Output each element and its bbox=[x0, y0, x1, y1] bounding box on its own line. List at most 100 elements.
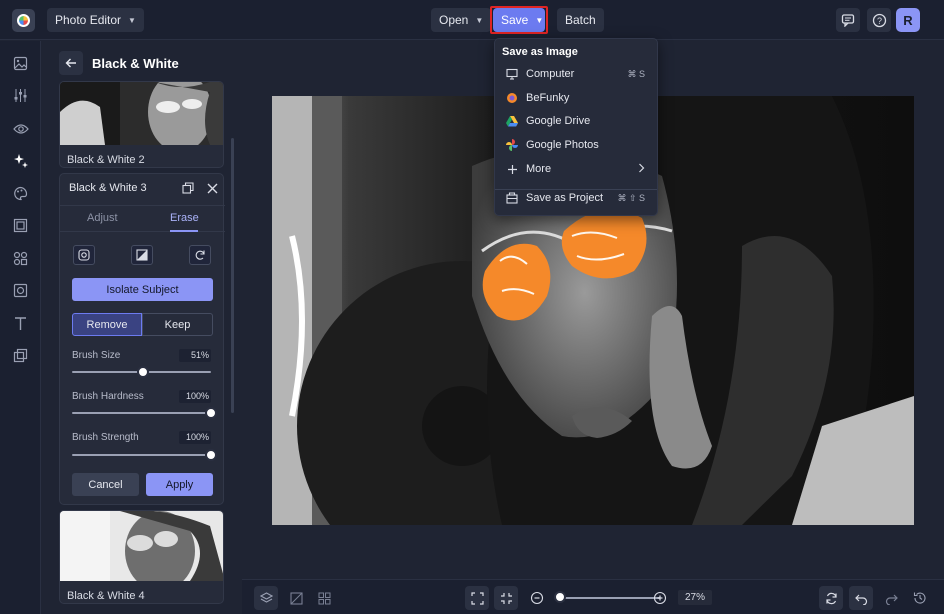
brush-size-slider[interactable] bbox=[72, 366, 211, 378]
effect-tabs: Adjust Erase bbox=[60, 205, 225, 232]
befunky-label: BeFunky bbox=[526, 92, 570, 104]
effect-thumbnail-bw2[interactable]: Black & White 2 bbox=[59, 81, 224, 168]
brush-strength-knob[interactable] bbox=[205, 449, 217, 461]
menu-item-more[interactable]: More bbox=[495, 158, 657, 180]
zoom-slider[interactable] bbox=[560, 597, 660, 599]
panel-header: Black & White bbox=[59, 51, 179, 75]
close-icon[interactable] bbox=[205, 181, 219, 195]
cancel-button[interactable]: Cancel bbox=[72, 473, 139, 496]
paint-palette-icon[interactable] bbox=[12, 185, 29, 202]
chevron-down-icon: ▼ bbox=[128, 15, 136, 25]
help-icon[interactable]: ? bbox=[867, 8, 891, 32]
history-icon[interactable] bbox=[910, 586, 930, 610]
save-as-project-label: Save as Project bbox=[526, 192, 604, 204]
active-tab-indicator bbox=[170, 230, 198, 232]
zoom-in-icon[interactable] bbox=[650, 586, 670, 610]
batch-button[interactable]: Batch bbox=[557, 8, 604, 32]
brush-hardness-slider[interactable] bbox=[72, 407, 217, 419]
eye-icon[interactable] bbox=[12, 120, 29, 137]
google-drive-label: Google Drive bbox=[526, 115, 591, 127]
panel-title: Black & White bbox=[92, 55, 179, 71]
befunky-logo-icon[interactable] bbox=[12, 9, 35, 32]
brush-hardness-value[interactable]: 100% bbox=[179, 390, 211, 403]
apply-button[interactable]: Apply bbox=[146, 473, 213, 496]
bw4-label: Black & White 4 bbox=[67, 590, 145, 602]
menu-item-befunky[interactable]: BeFunky bbox=[495, 87, 657, 109]
bw2-preview-image bbox=[60, 82, 223, 152]
zoom-knob[interactable] bbox=[554, 591, 566, 603]
text-icon[interactable] bbox=[12, 315, 29, 332]
frame-icon[interactable] bbox=[12, 217, 29, 234]
photo-editor-label: Photo Editor bbox=[55, 13, 122, 27]
batch-label: Batch bbox=[565, 13, 596, 27]
chevron-down-icon: ▼ bbox=[475, 15, 484, 25]
bw4-preview-image bbox=[60, 511, 223, 591]
save-as-project-shortcut: ⌘ ⇧ S bbox=[617, 192, 645, 203]
save-dropdown-menu: Save as Image Computer ⌘ S BeFunky Googl… bbox=[494, 38, 658, 216]
zoom-out-icon[interactable] bbox=[527, 586, 547, 610]
bottom-toolbar: 27% bbox=[242, 579, 944, 614]
brush-size-knob[interactable] bbox=[136, 366, 149, 378]
computer-shortcut: ⌘ S bbox=[627, 68, 645, 79]
fit-screen-icon[interactable] bbox=[465, 586, 489, 610]
image-icon[interactable] bbox=[12, 55, 29, 72]
top-bar: Photo Editor ▼ Open ▼ Save ▼ Batch ? R bbox=[0, 0, 944, 40]
copy-icon[interactable] bbox=[181, 181, 195, 195]
brush-size-value[interactable]: 51% bbox=[179, 349, 211, 362]
tab-erase[interactable]: Erase bbox=[170, 212, 199, 224]
brush-hardness-label: Brush Hardness bbox=[72, 391, 144, 402]
tab-adjust[interactable]: Adjust bbox=[87, 212, 118, 224]
zoom-percentage[interactable]: 27% bbox=[678, 590, 712, 605]
menu-item-google-photos[interactable]: Google Photos bbox=[495, 134, 657, 156]
save-highlight-outline bbox=[490, 6, 548, 34]
effect-title: Black & White 3 bbox=[69, 182, 147, 194]
chevron-right-icon bbox=[638, 163, 645, 175]
menu-item-save-as-project[interactable]: Save as Project ⌘ ⇧ S bbox=[495, 187, 657, 209]
isolate-subject-button[interactable]: Isolate Subject bbox=[72, 278, 213, 301]
brush-strength-slider[interactable] bbox=[72, 449, 217, 461]
layers-icon[interactable] bbox=[254, 586, 278, 610]
reset-refresh-icon[interactable] bbox=[189, 245, 211, 265]
computer-label: Computer bbox=[526, 68, 575, 80]
keep-mode-button[interactable]: Keep bbox=[142, 313, 213, 336]
invert-mask-icon[interactable] bbox=[131, 245, 153, 265]
message-icon[interactable] bbox=[836, 8, 860, 32]
project-icon bbox=[506, 192, 518, 204]
adjust-sliders-icon[interactable] bbox=[12, 87, 29, 104]
effects-sparkle-icon[interactable] bbox=[12, 152, 29, 169]
plus-icon bbox=[506, 163, 518, 175]
brush-hardness-knob[interactable] bbox=[205, 407, 217, 419]
actual-size-icon[interactable] bbox=[494, 586, 518, 610]
undo-icon[interactable] bbox=[849, 586, 873, 610]
effect-thumbnail-bw4[interactable]: Black & White 4 bbox=[59, 510, 224, 604]
menu-item-google-drive[interactable]: Google Drive bbox=[495, 110, 657, 132]
effect-settings-card: Black & White 3 Adjust Erase Isolate Sub… bbox=[59, 173, 225, 505]
grid-view-icon[interactable] bbox=[314, 586, 334, 610]
open-button[interactable]: Open ▼ bbox=[431, 8, 492, 32]
befunky-icon bbox=[506, 92, 518, 104]
menu-item-computer[interactable]: Computer ⌘ S bbox=[495, 63, 657, 85]
brush-strength-value[interactable]: 100% bbox=[179, 431, 211, 444]
redo-icon[interactable] bbox=[881, 586, 901, 610]
overlay-texture-icon[interactable] bbox=[12, 282, 29, 299]
google-photos-icon bbox=[506, 139, 518, 151]
brush-size-label: Brush Size bbox=[72, 350, 121, 361]
panel-scrollbar[interactable] bbox=[231, 138, 234, 413]
open-label: Open bbox=[439, 13, 469, 27]
svg-text:?: ? bbox=[876, 16, 881, 26]
save-as-image-heading: Save as Image bbox=[502, 46, 578, 58]
photo-editor-menu-button[interactable]: Photo Editor ▼ bbox=[47, 8, 144, 32]
google-photos-label: Google Photos bbox=[526, 139, 599, 151]
compare-icon[interactable] bbox=[286, 586, 306, 610]
remove-mode-button[interactable]: Remove bbox=[72, 313, 142, 336]
brush-strength-label: Brush Strength bbox=[72, 432, 139, 443]
layers-image-icon[interactable] bbox=[12, 347, 29, 364]
avatar[interactable]: R bbox=[896, 8, 920, 32]
graphics-icon[interactable] bbox=[12, 250, 29, 267]
back-arrow-icon[interactable] bbox=[59, 51, 83, 75]
google-drive-icon bbox=[506, 115, 518, 127]
more-label: More bbox=[526, 163, 552, 175]
instagram-icon[interactable] bbox=[73, 245, 95, 265]
bw2-label: Black & White 2 bbox=[67, 154, 145, 166]
rotate-refresh-icon[interactable] bbox=[819, 586, 843, 610]
